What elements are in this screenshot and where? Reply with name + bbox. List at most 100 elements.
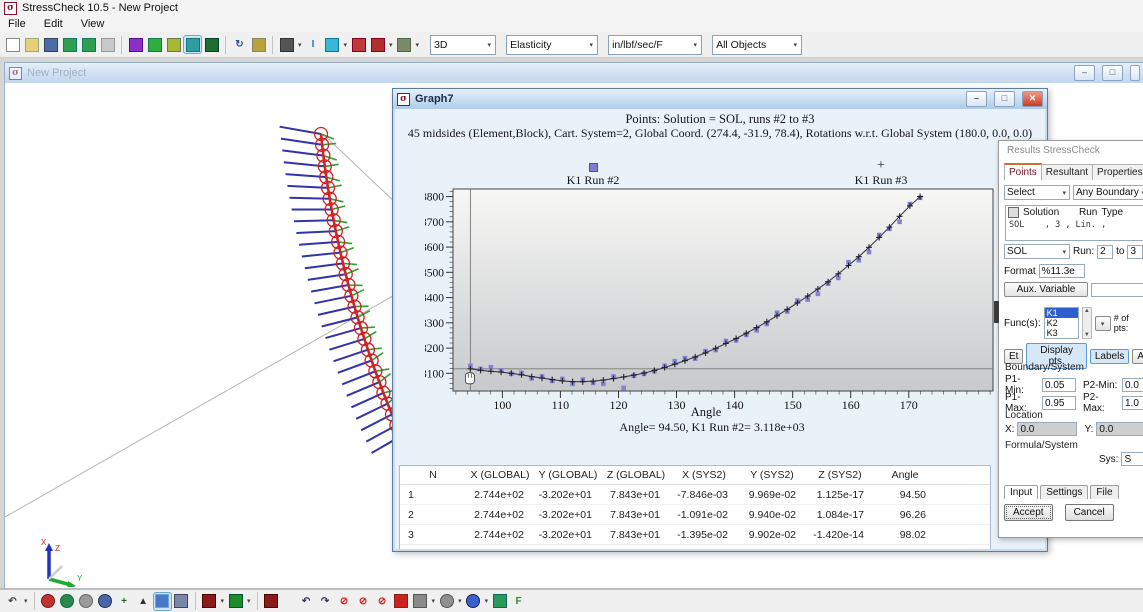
new-icon[interactable]: [4, 36, 21, 53]
flag-small-icon[interactable]: [350, 36, 367, 53]
combo-3d[interactable]: 3D▾: [430, 35, 496, 55]
location-x-input[interactable]: 0.0: [1017, 422, 1077, 436]
selection-teal-icon[interactable]: [184, 36, 201, 53]
fill-red-dropdown-arrow[interactable]: ▾: [221, 597, 225, 605]
tools-icon[interactable]: [369, 36, 386, 53]
camera-icon[interactable]: [396, 36, 413, 53]
function-item-k3[interactable]: K3: [1045, 328, 1078, 338]
settings-blue-icon[interactable]: [465, 593, 482, 610]
labels-button[interactable]: Labels: [1090, 349, 1129, 364]
tools-dropdown-arrow[interactable]: ▾: [389, 41, 393, 49]
graph-window-titlebar[interactable]: σ Graph7 – □ ✕: [393, 89, 1047, 109]
undo-icon[interactable]: ↶: [298, 593, 315, 610]
close-button[interactable]: [1130, 65, 1140, 81]
p2-min-input[interactable]: 0.0: [1122, 378, 1143, 392]
combo-elasticity[interactable]: Elasticity▾: [506, 35, 598, 55]
table-col-6[interactable]: Z (SYS2): [806, 466, 874, 485]
model-window-titlebar[interactable]: σ New Project – □: [5, 63, 1143, 83]
beam-section-icon[interactable]: I: [305, 36, 322, 53]
pick-icon[interactable]: ▲: [135, 593, 152, 610]
pan-view-icon[interactable]: [78, 593, 95, 610]
chart-plot-area[interactable]: 1001101201301401501601703100320033003400…: [425, 181, 1039, 413]
menu-file[interactable]: File: [8, 18, 26, 30]
fill-color-icon[interactable]: [324, 36, 341, 53]
results-tab-points[interactable]: Points: [1004, 163, 1042, 180]
material-purple-icon[interactable]: [127, 36, 144, 53]
panel-tab-settings[interactable]: Settings: [1040, 485, 1088, 499]
menu-edit[interactable]: Edit: [44, 18, 63, 30]
cancel-button[interactable]: Cancel: [1065, 504, 1114, 521]
graph-data-table[interactable]: NX (GLOBAL)Y (GLOBAL)Z (GLOBAL)X (SYS2)Y…: [399, 465, 991, 549]
sys-input[interactable]: S: [1121, 452, 1143, 466]
panel-tab-input[interactable]: Input: [1004, 485, 1038, 499]
fill-green-icon[interactable]: [227, 593, 244, 610]
redo-icon[interactable]: ↷: [317, 593, 334, 610]
snap-green-icon[interactable]: [491, 593, 508, 610]
aux-variable-button[interactable]: Aux. Variable: [1004, 282, 1088, 297]
table-col-4[interactable]: X (SYS2): [670, 466, 738, 485]
aux-variable-input[interactable]: [1091, 283, 1143, 297]
move-icon[interactable]: +: [116, 593, 133, 610]
material-darkgreen-icon[interactable]: [203, 36, 220, 53]
p1-min-input[interactable]: 0.05: [1042, 378, 1076, 392]
deselect-surfaces-icon[interactable]: ⊘: [374, 593, 391, 610]
p1-max-input[interactable]: 0.95: [1042, 396, 1076, 410]
open-icon[interactable]: [23, 36, 40, 53]
funcs-dropdown-button[interactable]: ▾: [1095, 316, 1111, 331]
key-icon[interactable]: [250, 36, 267, 53]
table-col-5[interactable]: Y (SYS2): [738, 466, 806, 485]
graph-minimize-button[interactable]: –: [966, 91, 987, 107]
table-row[interactable]: 42.744e+02-3.202e+017.843e+01-1.699e-029…: [400, 545, 990, 550]
export-icon[interactable]: [80, 36, 97, 53]
run-from-input[interactable]: 2: [1097, 245, 1113, 259]
table-row[interactable]: 22.744e+02-3.202e+017.843e+01-1.091e-029…: [400, 505, 990, 525]
cut-button[interactable]: A: [1132, 349, 1143, 364]
combo-in-lbf-sec-f[interactable]: in/lbf/sec/F▾: [608, 35, 702, 55]
menu-view[interactable]: View: [81, 18, 105, 30]
solution-list-icon[interactable]: [1008, 207, 1019, 218]
stop-icon[interactable]: [393, 593, 410, 610]
accept-button[interactable]: Accept: [1004, 504, 1053, 521]
graph-close-button[interactable]: ✕: [1022, 91, 1043, 107]
solution-list-row[interactable]: SOL , 3 , Lin. ,: [1006, 219, 1143, 231]
fill-red-icon[interactable]: [201, 593, 218, 610]
function-item-k2[interactable]: K2: [1045, 318, 1078, 328]
rotate-view-icon[interactable]: [59, 593, 76, 610]
results-tab-resultant[interactable]: Resultant: [1041, 164, 1093, 180]
table-col-3[interactable]: Z (GLOBAL): [602, 466, 670, 485]
panel-collapse-handle[interactable]: [994, 301, 999, 323]
flag-icon[interactable]: [263, 593, 280, 610]
dynamic-rotate-icon[interactable]: [40, 593, 57, 610]
panel-tab-file[interactable]: File: [1090, 485, 1118, 499]
draw-dropdown-arrow[interactable]: ▾: [432, 597, 436, 605]
table-col-0[interactable]: N: [400, 466, 466, 485]
select-dropdown[interactable]: Select▾: [1004, 185, 1070, 200]
settings-blue-dropdown-arrow[interactable]: ▾: [485, 597, 489, 605]
function-item-k1[interactable]: K1: [1045, 308, 1078, 318]
location-y-input[interactable]: 0.0: [1096, 422, 1143, 436]
refresh-icon[interactable]: ↻: [231, 36, 248, 53]
table-row[interactable]: 32.744e+02-3.202e+017.843e+01-1.395e-029…: [400, 525, 990, 545]
settings-gray-icon[interactable]: [438, 593, 455, 610]
save-icon[interactable]: [42, 36, 59, 53]
view-previous-dropdown-arrow[interactable]: ▾: [24, 597, 28, 605]
line-style-icon[interactable]: [278, 36, 295, 53]
camera-dropdown-arrow[interactable]: ▾: [416, 41, 420, 49]
maximize-button[interactable]: □: [1102, 65, 1123, 81]
line-style-dropdown-arrow[interactable]: ▾: [298, 41, 302, 49]
table-col-7[interactable]: Angle: [874, 466, 936, 485]
p2-max-input[interactable]: 1.0: [1122, 396, 1143, 410]
functions-listbox[interactable]: K1K2K3: [1044, 307, 1079, 339]
print-icon[interactable]: [99, 36, 116, 53]
material-green-icon[interactable]: [146, 36, 163, 53]
material-olive-icon[interactable]: [165, 36, 182, 53]
results-tab-properties[interactable]: Properties: [1092, 164, 1143, 180]
draw-icon[interactable]: [412, 593, 429, 610]
minimize-button[interactable]: –: [1074, 65, 1095, 81]
boundary-dropdown[interactable]: Any Boundary▾: [1073, 185, 1143, 200]
deselect-points-icon[interactable]: ⊘: [336, 593, 353, 610]
table-row[interactable]: 12.744e+02-3.202e+017.843e+01-7.846e-039…: [400, 485, 990, 505]
format-input[interactable]: %11.3e: [1039, 264, 1085, 278]
table-col-1[interactable]: X (GLOBAL): [466, 466, 534, 485]
settings-gray-dropdown-arrow[interactable]: ▾: [458, 597, 462, 605]
